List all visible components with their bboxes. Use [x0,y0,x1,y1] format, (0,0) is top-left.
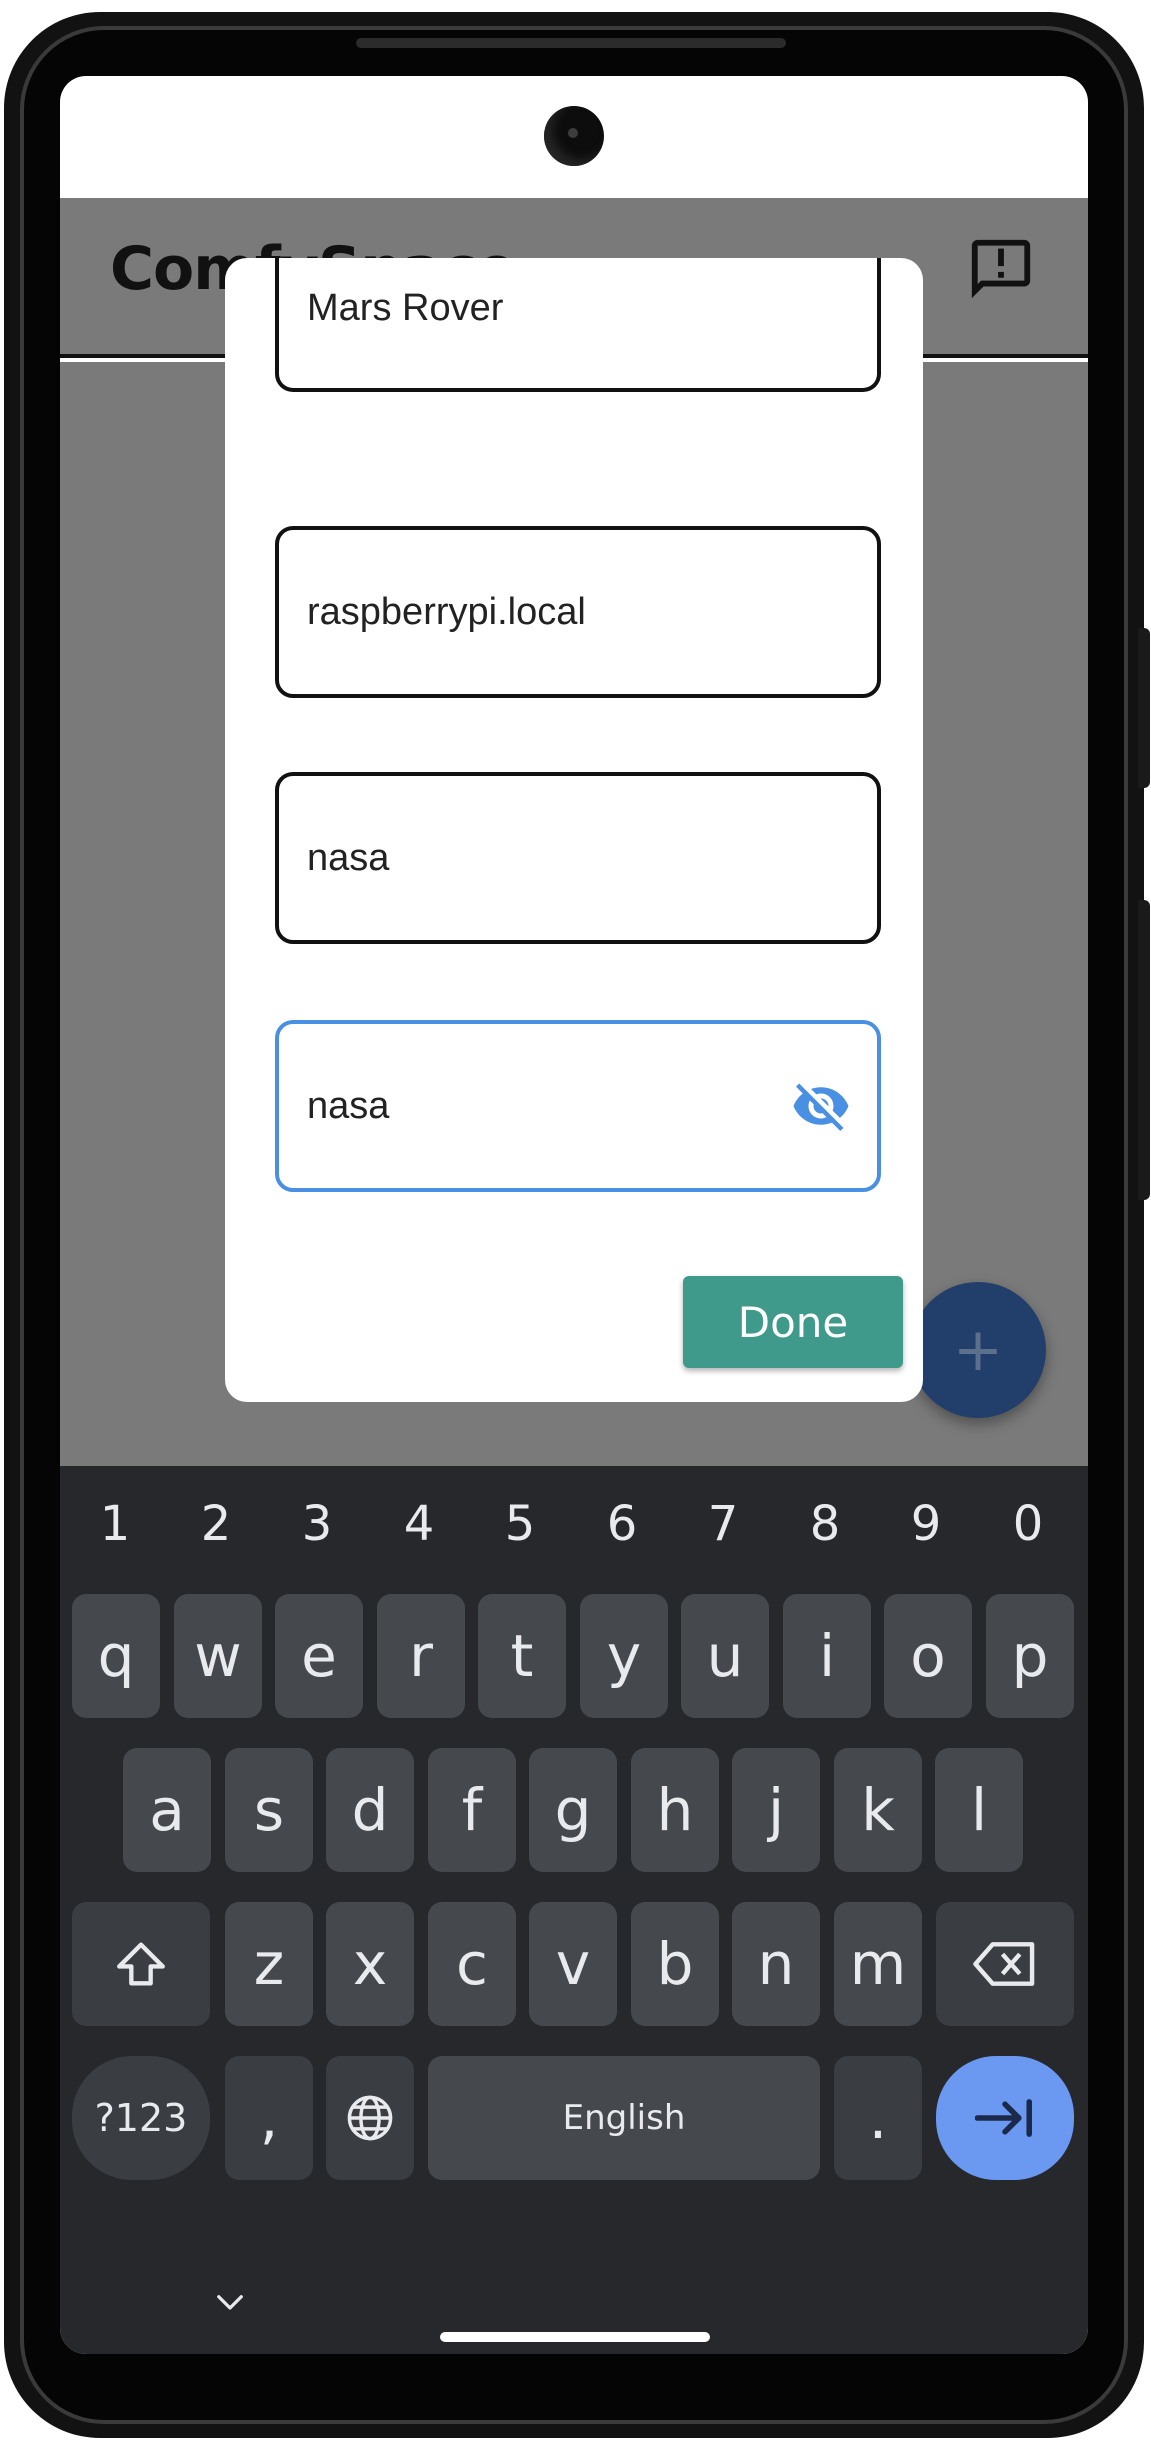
key-3[interactable]: 3 [267,1484,367,1564]
device-name-value: Mars Rover [307,286,504,329]
screen: ComfySpace + Mars Rover raspberrypi.loca… [60,76,1088,2354]
space-key[interactable]: English [428,2056,820,2180]
key-k[interactable]: k [834,1748,922,1872]
username-field[interactable]: nasa [275,772,881,944]
key-6[interactable]: 6 [572,1484,672,1564]
plus-icon: + [952,1315,1004,1385]
key-c[interactable]: c [428,1902,516,2026]
device-name-field[interactable]: Mars Rover [275,258,881,392]
speaker-grill [356,38,786,48]
key-4[interactable]: 4 [369,1484,469,1564]
backspace-key[interactable] [936,1902,1074,2026]
password-value: nasa [307,1084,390,1127]
key-s[interactable]: s [225,1748,313,1872]
key-7[interactable]: 7 [673,1484,773,1564]
hostname-value: raspberrypi.local [307,590,586,633]
key-b[interactable]: b [631,1902,719,2026]
key-y[interactable]: y [580,1594,668,1718]
comma-key[interactable]: , [225,2056,313,2180]
key-p[interactable]: p [986,1594,1074,1718]
connection-dialog: Mars Rover raspberrypi.local nasa nasa D… [225,258,923,1402]
hostname-field[interactable]: raspberrypi.local [275,526,881,698]
key-w[interactable]: w [174,1594,262,1718]
key-8[interactable]: 8 [775,1484,875,1564]
shift-key[interactable] [72,1902,210,2026]
key-f[interactable]: f [428,1748,516,1872]
key-1[interactable]: 1 [65,1484,165,1564]
key-m[interactable]: m [834,1902,922,2026]
collapse-keyboard-button[interactable] [190,2278,270,2328]
key-g[interactable]: g [529,1748,617,1872]
language-key[interactable] [326,2056,414,2180]
tab-next-icon [975,2099,1032,2137]
key-u[interactable]: u [681,1594,769,1718]
key-n[interactable]: n [732,1902,820,2026]
key-e[interactable]: e [275,1594,363,1718]
key-x[interactable]: x [326,1902,414,2026]
key-l[interactable]: l [935,1748,1023,1872]
key-o[interactable]: o [884,1594,972,1718]
key-q[interactable]: q [72,1594,160,1718]
key-z[interactable]: z [225,1902,313,2026]
key-0[interactable]: 0 [978,1484,1078,1564]
key-d[interactable]: d [326,1748,414,1872]
numbers-key[interactable]: ?123 [72,2056,210,2180]
key-v[interactable]: v [529,1902,617,2026]
backspace-icon [973,1942,1035,1986]
chevron-down-icon [217,2295,243,2310]
add-fab-button[interactable]: + [910,1282,1046,1418]
home-indicator[interactable] [440,2332,710,2342]
period-key[interactable]: . [834,2056,922,2180]
key-r[interactable]: r [377,1594,465,1718]
globe-icon [347,2095,393,2141]
key-h[interactable]: h [631,1748,719,1872]
password-field[interactable]: nasa [275,1020,881,1192]
camera-lens [568,128,578,138]
key-j[interactable]: j [732,1748,820,1872]
done-button[interactable]: Done [683,1276,903,1368]
next-key[interactable] [936,2056,1074,2180]
key-i[interactable]: i [783,1594,871,1718]
username-value: nasa [307,836,390,879]
volume-button [1138,900,1150,1200]
key-5[interactable]: 5 [470,1484,570,1564]
feedback-icon[interactable] [966,234,1036,304]
power-button [1138,628,1150,788]
key-2[interactable]: 2 [166,1484,266,1564]
eye-off-icon[interactable] [791,1076,851,1136]
shift-icon [117,1942,165,1986]
soft-keyboard: 1 2 3 4 5 6 7 8 9 0 q w e r t y u i o p … [60,1466,1088,2354]
key-a[interactable]: a [123,1748,211,1872]
key-t[interactable]: t [478,1594,566,1718]
key-9[interactable]: 9 [876,1484,976,1564]
